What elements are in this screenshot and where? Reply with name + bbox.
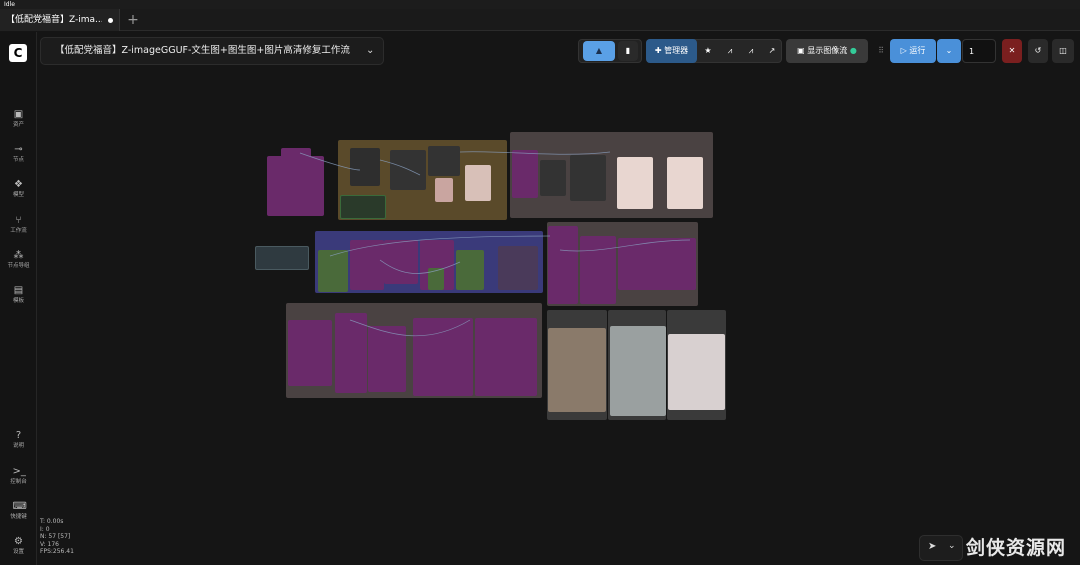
chevron-down-icon: ⌄: [948, 541, 956, 551]
pointer-icon: ➤: [928, 541, 937, 552]
watermark-text: 剑侠资源网: [966, 537, 1067, 559]
canvas-mode-selector[interactable]: ➤ ⌄: [919, 535, 963, 561]
stat-nodes: N: 57 [57]: [40, 533, 71, 540]
stat-time: T: 0.00s: [40, 518, 64, 525]
stat-i: I: 0: [40, 525, 50, 533]
canvas-stats: T: 0.00s I: 0 N: 57 [57] V: 176 FPS:256.…: [40, 518, 74, 556]
stat-fps: FPS:256.41: [40, 548, 74, 555]
stat-v: V: 176: [40, 540, 59, 548]
node-links: [299, 151, 691, 337]
